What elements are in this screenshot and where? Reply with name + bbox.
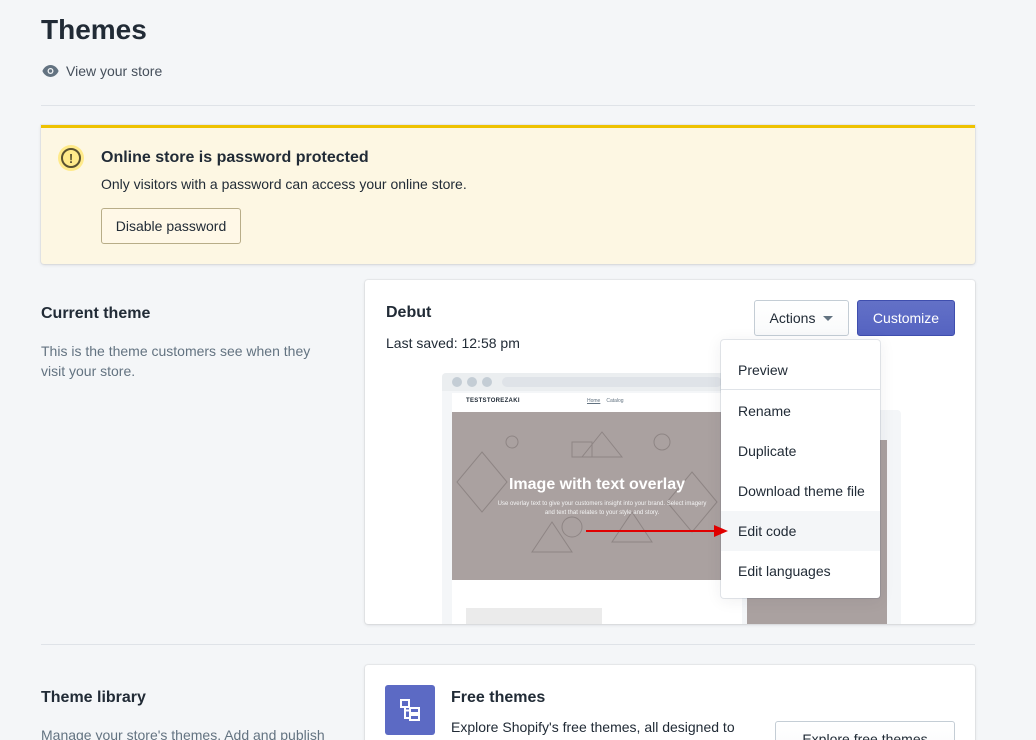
view-store-link[interactable]: View your store	[42, 63, 162, 79]
preview-nav: Home Catalog	[587, 398, 624, 404]
view-store-label: View your store	[66, 63, 163, 79]
preview-hero-subtitle: Use overlay text to give your customers …	[497, 501, 707, 516]
actions-button[interactable]: Actions	[754, 300, 849, 336]
last-saved: Last saved: 12:58 pm	[386, 335, 520, 351]
current-theme-card: Debut Last saved: 12:58 pm Actions Custo…	[365, 280, 975, 624]
preview-hero: Image with text overlay Use overlay text…	[452, 412, 742, 580]
menu-item-rename[interactable]: Rename	[721, 391, 880, 431]
free-themes-card: Free themes Explore Shopify's free theme…	[365, 665, 975, 740]
hero-line-art	[456, 431, 718, 553]
banner-title: Online store is password protected	[101, 149, 369, 166]
preview-hero-title: Image with text overlay	[508, 476, 686, 493]
preview-nav-home: Home	[587, 398, 601, 404]
actions-label: Actions	[769, 310, 816, 326]
theme-name: Debut	[386, 304, 432, 321]
preview-block	[466, 608, 602, 624]
header-divider	[41, 105, 975, 106]
actions-menu: Preview Rename Duplicate Download theme …	[721, 340, 880, 598]
menu-separator	[721, 389, 880, 390]
window-dot	[467, 377, 477, 387]
url-bar	[502, 377, 722, 387]
menu-item-preview[interactable]: Preview	[721, 350, 880, 390]
preview-page: TESTSTOREZAKI Home Catalog Image with te…	[452, 393, 742, 624]
customize-button[interactable]: Customize	[857, 300, 955, 336]
free-themes-title: Free themes	[451, 689, 546, 706]
annotation-arrow-icon	[586, 525, 728, 537]
theme-library-glyph	[400, 699, 420, 721]
free-themes-text: Explore Shopify's free themes, all desig…	[451, 719, 735, 735]
browser-bar	[442, 373, 742, 391]
section-divider	[41, 644, 975, 645]
theme-preview[interactable]: TESTSTOREZAKI Home Catalog Image with te…	[442, 373, 742, 624]
menu-item-edit-languages[interactable]: Edit languages	[721, 551, 880, 591]
explore-free-themes-button[interactable]: Explore free themes	[775, 721, 955, 740]
window-dot	[482, 377, 492, 387]
current-theme-description: This is the theme customers see when the…	[41, 343, 311, 379]
page-title: Themes	[41, 14, 147, 45]
preview-nav-catalog: Catalog	[606, 398, 624, 404]
theme-library-heading: Theme library	[41, 689, 146, 706]
window-dot	[452, 377, 462, 387]
caret-down-icon	[823, 315, 834, 321]
menu-item-edit-code[interactable]: Edit code	[721, 511, 880, 551]
current-theme-heading: Current theme	[41, 305, 151, 322]
alert-icon: !	[58, 145, 84, 171]
banner-text: Only visitors with a password can access…	[101, 176, 467, 192]
menu-item-download-theme-file[interactable]: Download theme file	[721, 471, 880, 511]
theme-library-description: Manage your store's themes. Add and publ…	[41, 727, 325, 740]
menu-item-duplicate[interactable]: Duplicate	[721, 431, 880, 471]
eye-icon	[42, 65, 59, 77]
disable-password-button[interactable]: Disable password	[101, 208, 241, 244]
password-banner: ! Online store is password protected Onl…	[41, 125, 975, 264]
preview-store-name: TESTSTOREZAKI	[466, 398, 520, 404]
theme-library-icon	[385, 685, 435, 735]
